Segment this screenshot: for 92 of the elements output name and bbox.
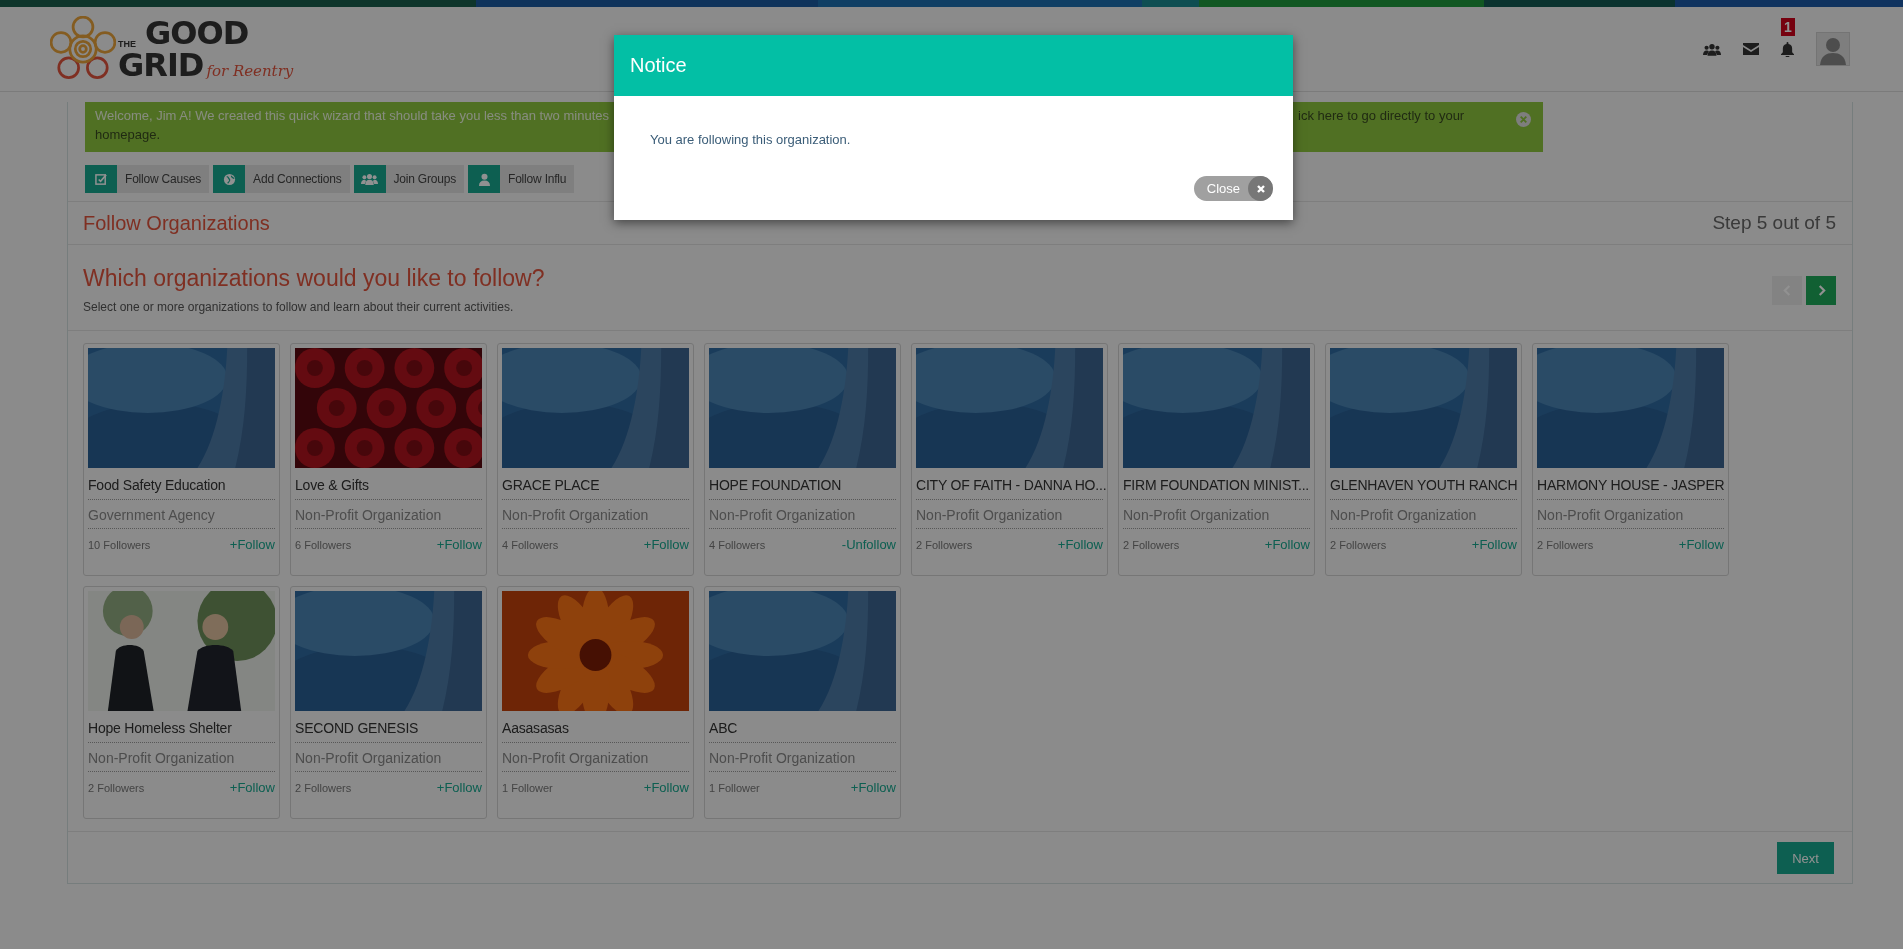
logo-text: THE [118,40,137,49]
organization-card[interactable]: Aasasasas Non-Profit Organization 1 Follower +Follow [497,586,694,819]
organization-type: Non-Profit Organization [709,500,896,529]
flower-logo-icon [50,16,116,82]
organization-name: GRACE PLACE [502,468,689,500]
organization-name: HOPE FOUNDATION [709,468,896,500]
organization-card[interactable]: CITY OF FAITH - DANNA HO... Non-Profit Organization 2 Followers +Follow [911,343,1108,576]
follower-count: 2 Followers [295,782,352,794]
organization-type: Non-Profit Organization [1123,500,1310,529]
banner-link[interactable]: ick here to go directly to your [1298,108,1533,127]
logo-text: GRID [118,49,204,81]
organization-card[interactable]: GRACE PLACE Non-Profit Organization 4 Followers +Follow [497,343,694,576]
organization-type: Non-Profit Organization [1537,500,1724,529]
section-heading: Which organizations would you like to follow? [83,265,545,292]
follower-count: 2 Followers [88,782,145,794]
organization-type: Non-Profit Organization [916,500,1103,529]
follower-count: 2 Followers [1537,539,1594,551]
close-button[interactable]: Close [1193,176,1273,201]
organization-type: Non-Profit Organization [88,743,275,772]
follow-link[interactable]: +Follow [1678,537,1724,552]
organization-card[interactable]: FIRM FOUNDATION MINIST... Non-Profit Organization 2 Followers +Follow [1118,343,1315,576]
follow-link[interactable]: +Follow [229,537,275,552]
organization-name: Food Safety Education [88,468,275,500]
chevron-right-icon [1816,285,1826,296]
follower-count: 4 Followers [709,539,766,551]
next-page-button[interactable] [1806,276,1836,305]
follower-count: 4 Followers [502,539,559,551]
people-icon [361,173,378,185]
organization-name: Aasasasas [502,711,689,743]
checkbox-icon [94,172,108,186]
next-button[interactable]: Next [1777,842,1834,874]
banner-text: homepage. [95,127,161,144]
organization-type: Non-Profit Organization [709,743,896,772]
organization-card[interactable]: Love & Gifts Non-Profit Organization 6 Followers +Follow [290,343,487,576]
wizard-step[interactable]: Follow Influ [468,165,575,193]
page-title: Follow Organizations [83,211,270,235]
dialog-message: You are following this organization. [650,132,851,147]
section-subtitle: Select one or more organizations to follow and learn about their current activities. [83,300,515,314]
follow-link[interactable]: +Follow [643,780,689,795]
notification-badge: 1 [1781,17,1795,36]
people-icon[interactable] [1703,42,1721,56]
avatar-icon[interactable] [1816,32,1850,66]
wizard-step[interactable]: Add Connections [213,165,350,193]
organization-name: Love & Gifts [295,468,482,500]
organization-name: ABC [709,711,896,743]
organization-name: GLENHAVEN YOUTH RANCH [1330,468,1517,500]
organization-card[interactable]: ABC Non-Profit Organization 1 Follower +Follow [704,586,901,819]
organization-card[interactable]: HARMONY HOUSE - JASPER Non-Profit Organization 2 Followers +Follow [1532,343,1729,576]
organization-type: Non-Profit Organization [295,743,482,772]
follow-link[interactable]: +Follow [643,537,689,552]
logo-tagline: for Reentry [206,64,294,81]
follow-link[interactable]: +Follow [1264,537,1310,552]
logo-text: GOOD [145,17,249,49]
organization-type: Non-Profit Organization [502,743,689,772]
organization-card[interactable]: Food Safety Education Government Agency 10 Followers +Follow [83,343,280,576]
organization-name: SECOND GENESIS [295,711,482,743]
organization-card[interactable]: Hope Homeless Shelter Non-Profit Organization 2 Followers +Follow [83,586,280,819]
follow-link[interactable]: +Follow [436,537,482,552]
wizard-step[interactable]: Join Groups [353,165,464,193]
bell-icon[interactable] [1781,41,1794,57]
follower-count: 2 Followers [1123,539,1180,551]
follow-link[interactable]: +Follow [1057,537,1103,552]
organization-name: HARMONY HOUSE - JASPER [1537,468,1724,500]
follower-count: 1 Follower [502,782,553,794]
follower-count: 10 Followers [88,539,151,551]
organization-name: Hope Homeless Shelter [88,711,275,743]
follower-count: 2 Followers [916,539,973,551]
follow-link[interactable]: -Unfollow [841,537,896,552]
globe-icon [222,172,236,186]
step-indicator: Step 5 out of 5 [1712,212,1836,234]
follow-link[interactable]: +Follow [850,780,896,795]
organization-type: Non-Profit Organization [502,500,689,529]
mail-icon[interactable] [1743,43,1759,55]
organization-card[interactable]: GLENHAVEN YOUTH RANCH Non-Profit Organization 2 Followers +Follow [1325,343,1522,576]
organization-name: FIRM FOUNDATION MINIST... [1123,468,1310,500]
follower-count: 2 Followers [1330,539,1387,551]
follower-count: 1 Follower [709,782,760,794]
user-icon [478,172,490,186]
follow-link[interactable]: +Follow [229,780,275,795]
dialog-title: Notice [630,54,687,77]
banner-text: Welcome, Jim A! We created this quick wizard that should take you less than two minutes [95,108,609,125]
organization-card[interactable]: HOPE FOUNDATION Non-Profit Organization 4 Followers -Unfollow [704,343,901,576]
follower-count: 6 Followers [295,539,352,551]
organization-type: Government Agency [88,500,275,529]
wizard-step[interactable]: Follow Causes [85,165,210,193]
organization-type: Non-Profit Organization [1330,500,1517,529]
organization-type: Non-Profit Organization [295,500,482,529]
close-icon[interactable] [1516,112,1531,127]
follow-link[interactable]: +Follow [1471,537,1517,552]
organization-card[interactable]: SECOND GENESIS Non-Profit Organization 2 Followers +Follow [290,586,487,819]
follow-link[interactable]: +Follow [436,780,482,795]
close-icon [1255,183,1266,194]
